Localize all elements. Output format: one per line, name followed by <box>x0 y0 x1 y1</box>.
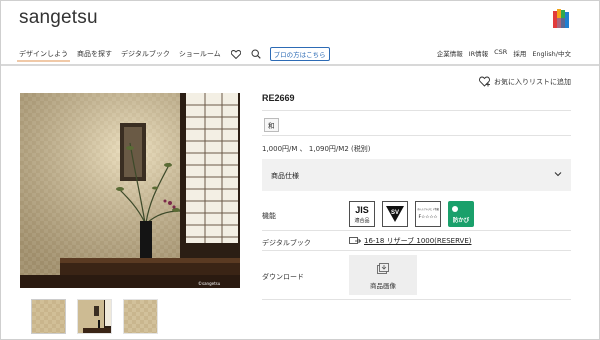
svg-text:適合品: 適合品 <box>354 217 369 224</box>
svg-text:F☆☆☆☆: F☆☆☆☆ <box>418 214 437 220</box>
nav-divider <box>0 64 600 66</box>
thumbnail-room-scene[interactable] <box>77 299 112 334</box>
mold-resistant-icon: 防かび <box>448 201 474 227</box>
sangetsu-logo[interactable]: sangetsu <box>19 7 98 29</box>
function-label: 機能 <box>262 212 276 220</box>
download-label: ダウンロード <box>262 273 304 281</box>
function-badges: JIS 適合品 SV ホルムアルデヒド等級 F☆☆☆☆ 防かび <box>349 201 481 227</box>
divider <box>262 110 571 111</box>
image-download-icon <box>377 263 389 274</box>
digital-book-link-text: 16-18 リザーブ 1000(RESERVE) <box>364 237 472 245</box>
sv-standard-icon: SV <box>382 201 408 227</box>
product-main-image[interactable]: ©sangetsu <box>20 93 240 288</box>
divider <box>262 299 571 300</box>
pro-button[interactable]: プロの方はこちら <box>269 47 330 61</box>
add-to-favorites-label: お気に入りリストに追加 <box>494 77 571 86</box>
nav-digital-book[interactable]: デジタルブック <box>121 49 170 59</box>
divider <box>262 250 571 251</box>
nav-company-info[interactable]: 企業情報 <box>437 48 463 58</box>
nav-showroom[interactable]: ショールーム <box>179 49 221 59</box>
svg-text:JIS: JIS <box>355 205 369 215</box>
room-scene-illustration: ©sangetsu <box>20 93 240 288</box>
nav-ir-info[interactable]: IR情報 <box>469 48 488 58</box>
price-text: 1,000円/M 、 1,090円/M2 (税別) <box>262 145 371 153</box>
heart-plus-icon <box>479 76 490 87</box>
brand-mark-icon <box>553 9 569 28</box>
search-icon[interactable] <box>250 48 262 60</box>
download-image-button[interactable]: 商品画像 <box>349 255 417 295</box>
svg-text:ホルムアルデヒド等級: ホルムアルデヒド等級 <box>417 207 440 211</box>
nav-recruit[interactable]: 採用 <box>513 48 526 58</box>
digital-book-link[interactable]: 16-18 リザーブ 1000(RESERVE) <box>349 236 472 246</box>
divider <box>262 135 571 136</box>
spec-accordion-label: 商品仕様 <box>271 172 299 180</box>
thumbnail-strip <box>31 299 169 334</box>
formaldehyde-grade-icon: ホルムアルデヒド等級 F☆☆☆☆ <box>415 201 441 227</box>
nav-products[interactable]: 商品を探す <box>77 49 112 59</box>
nav-design[interactable]: デザインしよう <box>17 49 70 62</box>
divider <box>262 230 571 231</box>
site-header: sangetsu <box>0 0 600 42</box>
add-to-favorites[interactable]: お気に入りリストに追加 <box>479 76 571 87</box>
favorite-heart-icon[interactable] <box>230 48 242 60</box>
jis-certified-icon: JIS 適合品 <box>349 201 375 227</box>
chevron-down-icon <box>554 172 562 177</box>
nav-language[interactable]: English/中文 <box>532 48 571 58</box>
thumbnail-texture-1[interactable] <box>31 299 66 334</box>
product-code: RE2669 <box>262 93 295 103</box>
svg-text:SV: SV <box>391 210 399 216</box>
product-info-panel: RE2669 和 1,000円/M 、 1,090円/M2 (税別) 商品仕様 … <box>262 93 571 300</box>
svg-text:防かび: 防かび <box>453 216 470 224</box>
category-tag: 和 <box>264 118 279 132</box>
thumbnail-texture-2[interactable] <box>123 299 158 334</box>
spec-accordion[interactable]: 商品仕様 <box>262 159 571 191</box>
nav-csr[interactable]: CSR <box>494 48 507 58</box>
external-book-icon <box>349 236 361 244</box>
image-watermark: ©sangetsu <box>198 281 221 286</box>
main-nav: デザインしよう 商品を探す デジタルブック ショールーム プロの方はこちら 企業… <box>0 42 600 64</box>
download-image-label: 商品画像 <box>370 282 396 290</box>
digital-book-label: デジタルブック <box>262 239 311 247</box>
